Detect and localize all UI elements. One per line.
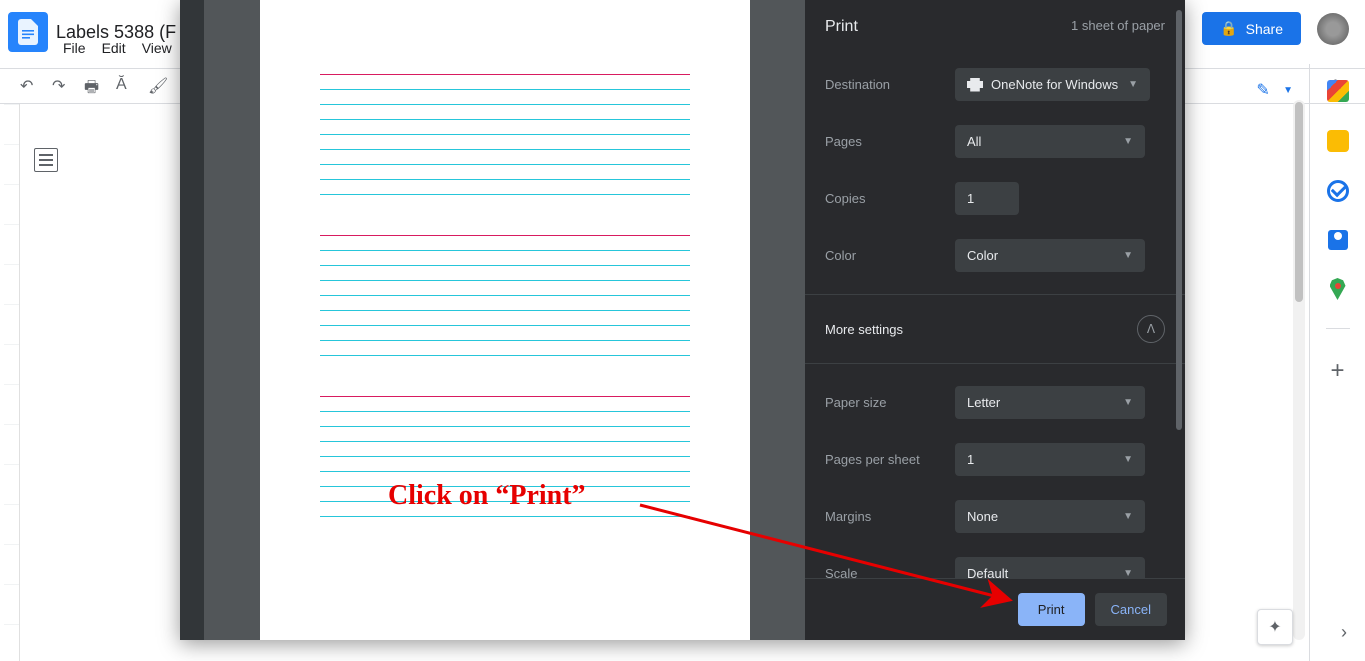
share-button[interactable]: 🔒 Share [1202,12,1301,45]
explore-button[interactable]: ✦ [1257,609,1293,645]
label-pages-per-sheet: Pages per sheet [825,452,955,467]
contacts-icon[interactable] [1328,230,1348,250]
scrollbar[interactable] [1293,100,1305,640]
spellcheck-icon[interactable]: Ă [116,76,136,96]
label-paper-size: Paper size [825,395,955,410]
document-outline-icon[interactable] [34,148,58,172]
lock-icon: 🔒 [1220,20,1237,37]
destination-dropdown[interactable]: OneNote for Windows ▼ [955,68,1150,101]
pages-per-sheet-dropdown[interactable]: 1 ▼ [955,443,1145,476]
panel-title: Print [825,18,858,36]
print-button[interactable]: Print [1018,593,1085,626]
more-settings-toggle[interactable]: More settings ᐱ [805,294,1185,364]
preview-page [260,0,750,640]
caret-down-icon: ▼ [1123,397,1133,408]
print-dialog: Print 1 sheet of paper Destination OneNo… [180,0,1185,640]
printer-icon [967,78,983,92]
paper-size-dropdown[interactable]: Letter ▼ [955,386,1145,419]
label-margins: Margins [825,509,955,524]
cancel-button[interactable]: Cancel [1095,593,1167,626]
caret-down-icon: ▼ [1123,136,1133,147]
label-destination: Destination [825,77,955,92]
pages-dropdown[interactable]: All ▼ [955,125,1145,158]
menu-view[interactable]: View [135,36,179,60]
copies-input[interactable] [955,182,1019,215]
menu-bar: File Edit View [0,36,179,60]
index-card [320,74,690,195]
chevron-up-icon: ᐱ [1137,315,1165,343]
share-area: 🔒 Share [1202,12,1349,45]
margins-dropdown[interactable]: None ▼ [955,500,1145,533]
caret-down-icon: ▼ [1123,250,1133,261]
caret-down-icon: ▼ [1123,454,1133,465]
tasks-icon[interactable] [1327,180,1349,202]
sheet-count: 1 sheet of paper [1071,18,1165,36]
more-settings-label: More settings [825,322,903,337]
keep-icon[interactable] [1327,130,1349,152]
label-color: Color [825,248,955,263]
caret-down-icon: ▼ [1123,511,1133,522]
print-settings-panel: Print 1 sheet of paper Destination OneNo… [805,0,1185,640]
label-copies: Copies [825,191,955,206]
pencil-icon: ✎ [1249,76,1277,104]
share-label: Share [1246,21,1283,37]
panel-header: Print 1 sheet of paper [805,0,1185,56]
expand-icon[interactable]: › [1341,622,1347,643]
redo-icon[interactable]: ↷ [52,76,72,96]
editing-mode[interactable]: ✎ ▼ [1249,76,1293,104]
paint-format-icon[interactable]: 🖌 [148,76,168,96]
caret-down-icon: ▼ [1123,568,1133,578]
caret-down-icon: ▼ [1283,85,1293,96]
side-panel: + › [1309,64,1365,661]
print-preview [204,0,805,640]
label-pages: Pages [825,134,955,149]
menu-edit[interactable]: Edit [95,36,133,60]
settings-scrollbar[interactable] [1176,10,1182,570]
user-avatar[interactable] [1317,13,1349,45]
index-card [320,396,690,517]
caret-down-icon: ▼ [1128,79,1138,90]
dialog-left-border [180,0,204,640]
scale-dropdown[interactable]: Default ▼ [955,557,1145,578]
color-dropdown[interactable]: Color ▼ [955,239,1145,272]
add-icon[interactable]: + [1330,357,1344,385]
vertical-ruler [4,104,20,661]
label-scale: Scale [825,566,955,578]
menu-file[interactable]: File [56,36,93,60]
undo-icon[interactable]: ↶ [20,76,40,96]
maps-icon[interactable] [1330,278,1346,300]
index-card [320,235,690,356]
divider [1326,328,1350,329]
print-icon[interactable]: 🖶 [84,76,104,96]
calendar-icon[interactable] [1327,80,1349,102]
panel-footer: Print Cancel [805,578,1185,640]
